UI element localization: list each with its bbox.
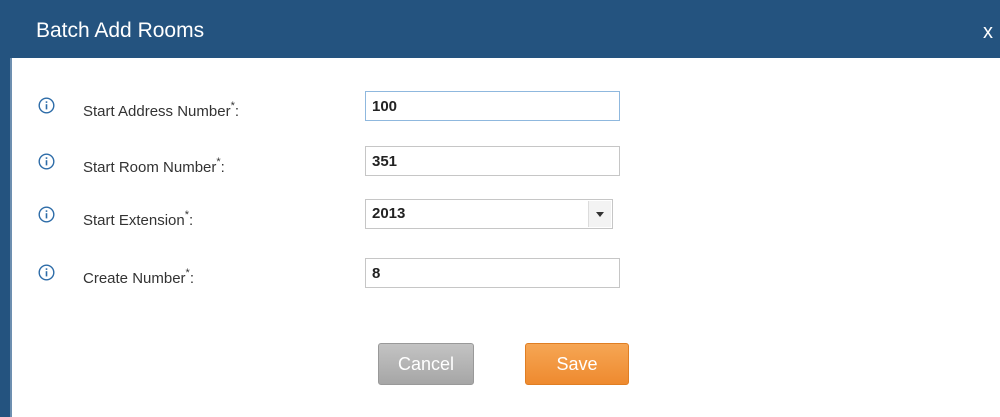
info-icon[interactable] xyxy=(38,153,55,170)
cancel-button[interactable]: Cancel xyxy=(378,343,474,385)
create-number-input[interactable] xyxy=(365,258,620,288)
info-icon[interactable] xyxy=(38,97,55,114)
form-row-start-address-number: Start Address Number*: xyxy=(0,91,1000,121)
field-label: Start Extension*: xyxy=(83,209,194,229)
start-room-number-input[interactable] xyxy=(365,146,620,176)
dropdown-button[interactable] xyxy=(588,201,611,227)
info-icon[interactable] xyxy=(38,206,55,223)
field-label: Start Address Number*: xyxy=(83,100,240,120)
start-address-number-input[interactable] xyxy=(365,91,620,121)
dialog-title: Batch Add Rooms xyxy=(36,19,205,42)
batch-add-rooms-dialog: Batch Add Rooms x Start Address Number*:… xyxy=(0,0,1000,417)
field-label: Create Number*: xyxy=(83,267,194,287)
close-button[interactable]: x xyxy=(983,20,993,44)
field-label: Start Room Number*: xyxy=(83,156,225,176)
form-row-start-room-number: Start Room Number*: xyxy=(0,146,1000,176)
save-button[interactable]: Save xyxy=(525,343,629,385)
info-icon[interactable] xyxy=(38,264,55,281)
chevron-down-icon xyxy=(596,212,604,217)
select-value: 2013 xyxy=(372,205,406,222)
form-row-create-number: Create Number*: xyxy=(0,258,1000,288)
start-extension-select[interactable]: 2013 xyxy=(365,199,613,229)
dialog-titlebar: Batch Add Rooms x xyxy=(0,0,1000,58)
form-row-start-extension: Start Extension*: 2013 xyxy=(0,199,1000,229)
